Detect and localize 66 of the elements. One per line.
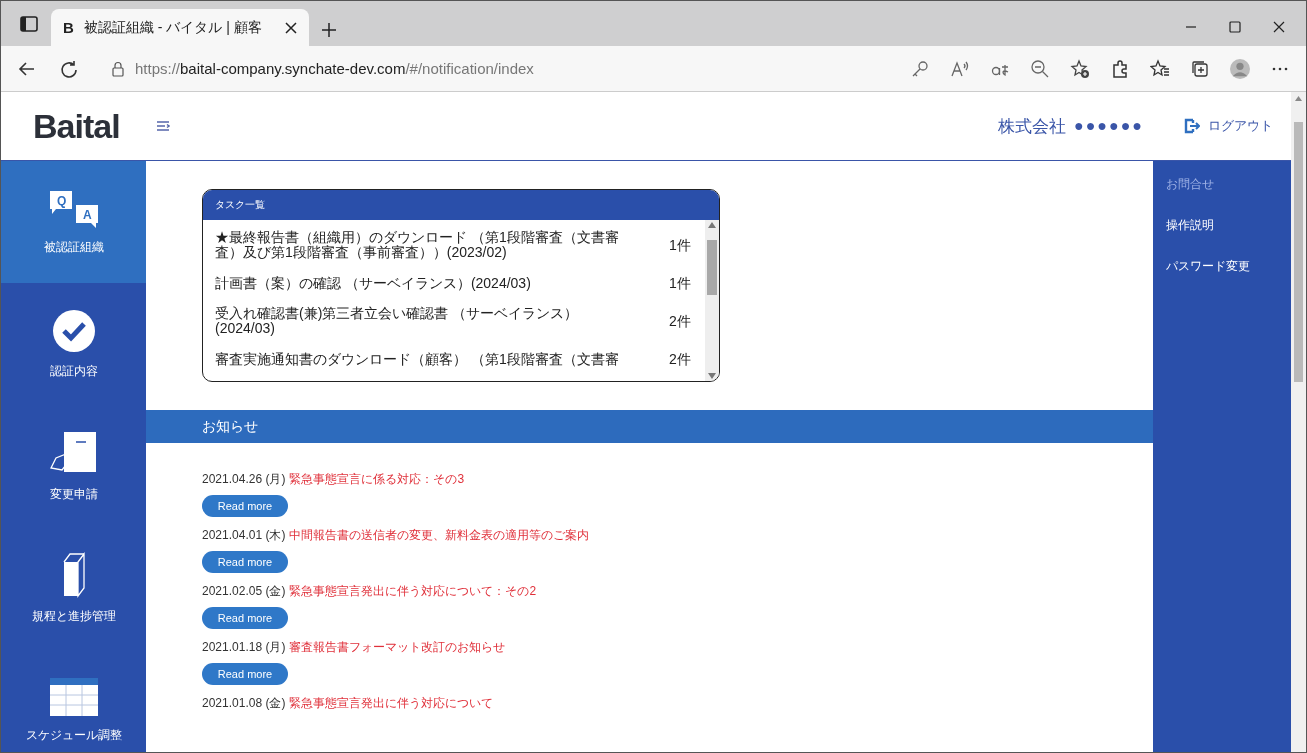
task-count: 2件	[668, 351, 692, 367]
sidebar-item[interactable]: スケジュール調整	[1, 649, 146, 752]
news-date: 2021.01.18 (月)	[202, 638, 286, 656]
read-more-button[interactable]: Read more	[202, 663, 288, 685]
lock-icon[interactable]	[111, 60, 125, 77]
check-circle-icon	[51, 308, 96, 353]
scroll-up-icon[interactable]	[1295, 96, 1302, 101]
news-link[interactable]: 中間報告書の送信者の変更、新料金表の適用等のご案内	[289, 526, 590, 544]
news-link[interactable]: 緊急事態宣言発出に伴う対応について	[289, 694, 494, 712]
task-count: 1件	[668, 275, 692, 291]
read-more-button[interactable]: Read more	[202, 551, 288, 573]
extensions-icon[interactable]	[1110, 58, 1130, 79]
news-date: 2021.04.01 (木)	[202, 526, 286, 544]
reload-icon[interactable]	[59, 58, 79, 79]
task-count: 1件	[668, 237, 692, 253]
sidebar-item[interactable]: Q A 被認証組織	[1, 161, 146, 283]
sidebar-item[interactable]: 変更申請	[1, 405, 146, 527]
browser-tab[interactable]: B 被認証組織 - バイタル | 顧客	[51, 9, 309, 46]
logout-icon	[1184, 118, 1200, 134]
zoom-out-icon[interactable]	[1030, 58, 1050, 79]
task-link[interactable]: 計画書（案）の確認 （サーベイランス）(2024/03)	[215, 275, 655, 291]
news-date: 2021.02.05 (金)	[202, 582, 286, 600]
task-link[interactable]: ★最終報告書（組織用）のダウンロード （第1段階審査（文書審査）及び第1段階審査（事前審査））(2023/02)	[215, 230, 655, 260]
task-count: 2件	[668, 313, 692, 329]
collections-icon[interactable]	[1190, 58, 1210, 79]
news-link[interactable]: 審査報告書フォーマット改訂のお知らせ	[289, 638, 506, 656]
sidebar-item[interactable]: 規程と進捗管理	[1, 527, 146, 649]
task-link[interactable]: 受入れ確認書(兼)第三者立会い確認書 （サーベイランス）(2024/03)	[215, 306, 655, 336]
read-more-button[interactable]: Read more	[202, 495, 288, 517]
logo: Baital	[33, 106, 120, 146]
news-link[interactable]: 緊急事態宣言発出に伴う対応について：その2	[289, 582, 537, 600]
page-scrollbar[interactable]	[1291, 92, 1306, 752]
tab-title: 被認証組織 - バイタル | 顧客	[83, 18, 263, 37]
maximize-icon[interactable]	[1228, 20, 1242, 34]
binder-icon	[61, 551, 86, 598]
menu-link[interactable]: お問合せ	[1166, 175, 1291, 193]
scrollbar-thumb[interactable]	[707, 240, 717, 295]
address-field[interactable]: https://baital-company.synchate-dev.com/#/notification/index	[135, 60, 534, 77]
calendar-icon	[48, 676, 99, 717]
tab-actions-icon[interactable]	[19, 14, 39, 34]
sidebar-item[interactable]: 認証内容	[1, 283, 146, 405]
scroll-up-icon[interactable]	[708, 222, 716, 228]
scrollbar-thumb[interactable]	[1294, 122, 1303, 382]
key-icon[interactable]	[910, 58, 930, 79]
masked-company-name: ●●●●●●	[1074, 117, 1144, 135]
task-link[interactable]: 審査実施通知書のダウンロード（顧客） （第1段階審査（文書審	[215, 351, 655, 367]
favorites-icon[interactable]	[1150, 58, 1170, 79]
menu-link[interactable]: 操作説明	[1166, 216, 1291, 234]
add-favorite-icon[interactable]	[1070, 58, 1090, 79]
menu-icon[interactable]	[155, 120, 170, 132]
company-name: 株式会社	[998, 115, 1066, 138]
section-header: お知らせ	[146, 410, 1153, 443]
read-more-button[interactable]: Read more	[202, 607, 288, 629]
close-tab-icon[interactable]	[285, 21, 297, 34]
scroll-down-icon[interactable]	[708, 373, 716, 379]
favicon-icon: B	[63, 19, 74, 36]
scrollbar[interactable]	[705, 220, 719, 381]
news-link[interactable]: 緊急事態宣言に係る対応：その3	[289, 470, 465, 488]
close-icon[interactable]	[1272, 20, 1286, 34]
new-tab-icon[interactable]	[321, 22, 337, 38]
news-date: 2021.01.08 (金)	[202, 694, 286, 712]
profile-avatar-icon[interactable]	[1230, 58, 1250, 79]
news-date: 2021.04.26 (月)	[202, 470, 286, 488]
logout-button[interactable]: ログアウト	[1184, 117, 1273, 135]
task-list-header: タスク一覧	[203, 190, 719, 220]
menu-link[interactable]: パスワード変更	[1166, 257, 1291, 275]
